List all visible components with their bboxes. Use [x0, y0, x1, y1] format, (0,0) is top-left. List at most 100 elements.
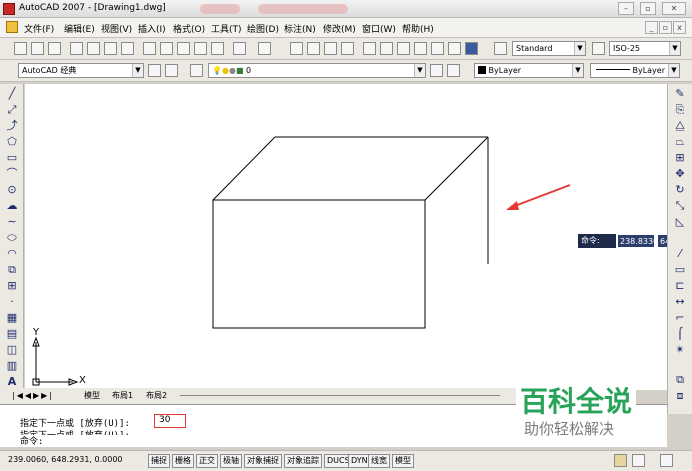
table-icon[interactable]: ▥	[6, 360, 18, 372]
tab-layout1[interactable]: 布局1	[112, 390, 133, 401]
communication-center-icon[interactable]	[614, 454, 627, 467]
tab-layout2[interactable]: 布局2	[146, 390, 167, 401]
grid-button[interactable]: 栅格	[172, 454, 194, 468]
line-icon[interactable]: ╱	[6, 88, 18, 100]
menu-window[interactable]: 窗口(W)	[362, 22, 396, 35]
zoom-window-icon[interactable]	[324, 42, 337, 55]
plot-preview-icon[interactable]	[87, 42, 100, 55]
model-button[interactable]: 模型	[392, 454, 414, 468]
trim-icon[interactable]: ⁄	[674, 248, 686, 260]
clean-screen-icon[interactable]	[660, 454, 673, 467]
erase-icon[interactable]: ✎	[674, 88, 686, 100]
dim-style-select[interactable]: ISO-25 ▼	[609, 41, 681, 56]
tool-palettes-icon[interactable]	[397, 42, 410, 55]
command-prompt[interactable]: 命令:	[20, 434, 43, 447]
offset-icon[interactable]: ⏢	[674, 136, 686, 148]
construction-line-icon[interactable]: ⤢	[6, 104, 18, 116]
block-editor-icon[interactable]	[211, 42, 224, 55]
save-icon[interactable]	[48, 42, 61, 55]
copy-object-icon[interactable]: ⎘	[674, 104, 686, 116]
close-button[interactable]: ✕	[662, 2, 686, 15]
lock-icon[interactable]	[632, 454, 645, 467]
menu-tools[interactable]: 工具(T)	[211, 22, 242, 35]
chamfer-icon[interactable]: ⌐	[674, 312, 686, 324]
doc-restore-button[interactable]: ▫	[659, 21, 672, 34]
spline-icon[interactable]: ∼	[6, 216, 18, 228]
circle-icon[interactable]: ⊙	[6, 184, 18, 196]
maximize-button[interactable]: ▫	[640, 2, 656, 15]
horizontal-scrollbar[interactable]	[180, 395, 500, 396]
match-properties-icon[interactable]	[194, 42, 207, 55]
rectangle-icon[interactable]: ▭	[6, 152, 18, 164]
color-select[interactable]: ByLayer ▼	[474, 63, 584, 78]
menu-dimension[interactable]: 标注(N)	[284, 22, 316, 35]
scale-icon[interactable]: ⤡	[674, 200, 686, 212]
new-icon[interactable]	[14, 42, 27, 55]
move-icon[interactable]: ✥	[674, 168, 686, 180]
layer-select[interactable]: 💡●●■ 0 ▼	[208, 63, 426, 78]
paste-icon[interactable]	[177, 42, 190, 55]
lineweight-button[interactable]: 线宽	[368, 454, 390, 468]
point-icon[interactable]: ·	[6, 296, 18, 308]
text-style-select[interactable]: Standard ▼	[512, 41, 586, 56]
zoom-realtime-icon[interactable]	[307, 42, 320, 55]
3d-dwf-icon[interactable]	[121, 42, 134, 55]
mirror-icon[interactable]: ⧋	[674, 120, 686, 132]
polyline-icon[interactable]: ⤴	[6, 120, 18, 132]
layer-previous-icon[interactable]	[447, 64, 460, 77]
explode-icon[interactable]: ✴	[674, 344, 686, 356]
markup-icon[interactable]	[431, 42, 444, 55]
join-icon[interactable]: ↔	[674, 296, 686, 308]
doc-close-button[interactable]: x	[673, 21, 686, 34]
drawing-canvas[interactable]: Y X	[25, 84, 667, 390]
menu-insert[interactable]: 插入(I)	[138, 22, 166, 35]
workspace-select[interactable]: AutoCAD 经典 ▼	[18, 63, 144, 78]
undo-icon[interactable]	[233, 42, 246, 55]
calculator-icon[interactable]	[448, 42, 461, 55]
gradient-icon[interactable]: ▤	[6, 328, 18, 340]
insert-block-icon[interactable]: ⧉	[6, 264, 18, 276]
revision-cloud-icon[interactable]: ☁	[6, 200, 18, 212]
make-block-icon[interactable]: ⊞	[6, 280, 18, 292]
cut-icon[interactable]	[143, 42, 156, 55]
menu-modify[interactable]: 修改(M)	[323, 22, 356, 35]
snap-button[interactable]: 捕捉	[148, 454, 170, 468]
rotate-icon[interactable]: ↻	[674, 184, 686, 196]
workspace-settings-icon[interactable]	[148, 64, 161, 77]
break-icon[interactable]: ⊏	[674, 280, 686, 292]
pan-icon[interactable]	[290, 42, 303, 55]
design-center-icon[interactable]	[380, 42, 393, 55]
workspace-save-icon[interactable]	[165, 64, 178, 77]
doc-minimize-button[interactable]: _	[645, 21, 658, 34]
stretch-icon[interactable]: ◺	[674, 216, 686, 228]
linetype-select[interactable]: ByLayer ▼	[590, 63, 680, 78]
open-icon[interactable]	[31, 42, 44, 55]
polar-button[interactable]: 极轴	[220, 454, 242, 468]
publish-icon[interactable]	[104, 42, 117, 55]
region-icon[interactable]: ◫	[6, 344, 18, 356]
menu-view[interactable]: 视图(V)	[101, 22, 132, 35]
menu-edit[interactable]: 编辑(E)	[64, 22, 95, 35]
menu-draw[interactable]: 绘图(D)	[247, 22, 279, 35]
sheet-set-icon[interactable]	[414, 42, 427, 55]
tab-model[interactable]: 模型	[84, 390, 100, 401]
ellipse-icon[interactable]: ⬭	[6, 232, 18, 244]
layer-manager-icon[interactable]	[190, 64, 203, 77]
draw-order-icon[interactable]: ⧉	[674, 374, 686, 386]
multiline-text-icon[interactable]: A	[6, 376, 18, 388]
minimize-button[interactable]: –	[618, 2, 634, 15]
redo-icon[interactable]	[258, 42, 271, 55]
osnap-button[interactable]: 对象捕捉	[244, 454, 282, 468]
zoom-previous-icon[interactable]	[341, 42, 354, 55]
menu-file[interactable]: 文件(F)	[24, 22, 54, 35]
array-icon[interactable]: ⊞	[674, 152, 686, 164]
plot-icon[interactable]	[70, 42, 83, 55]
arc-icon[interactable]: ⌒	[6, 168, 18, 180]
hatch-icon[interactable]: ▦	[6, 312, 18, 324]
help-icon[interactable]	[465, 42, 478, 55]
extend-icon[interactable]: ▭	[674, 264, 686, 276]
polygon-icon[interactable]: ⬠	[6, 136, 18, 148]
otrack-button[interactable]: 对象追踪	[284, 454, 322, 468]
menu-format[interactable]: 格式(O)	[173, 22, 205, 35]
menu-help[interactable]: 帮助(H)	[402, 22, 434, 35]
